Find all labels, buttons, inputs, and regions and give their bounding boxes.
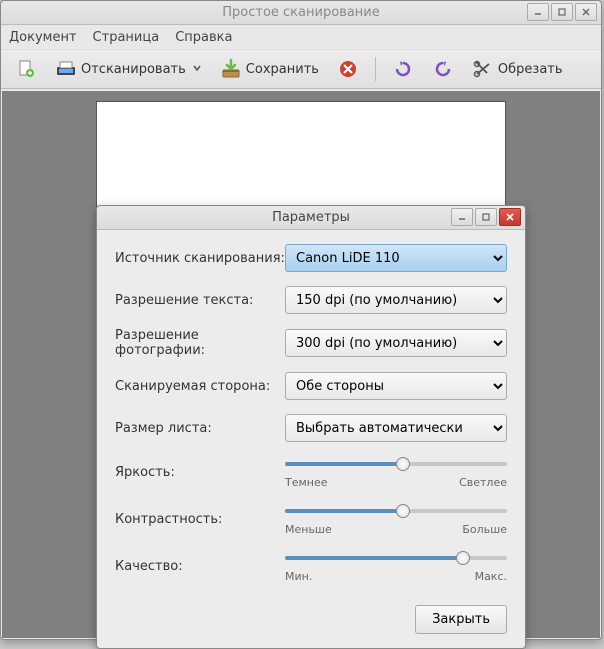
rotate-right-button[interactable] [426,55,460,83]
label-quality: Качество: [115,559,285,574]
stop-button[interactable] [331,55,365,83]
label-scan-side: Сканируемая сторона: [115,379,285,394]
label-scan-source: Источник сканирования: [115,251,285,266]
photo-resolution-select[interactable]: 300 dpi (по умолчанию) [285,329,507,357]
quality-max-label: Макс. [475,570,507,583]
contrast-slider-thumb[interactable] [396,504,410,518]
page-size-select[interactable]: Выбрать автоматически [285,414,507,442]
text-resolution-select[interactable]: 150 dpi (по умолчанию) [285,286,507,314]
maximize-button[interactable] [551,3,573,21]
label-text-resolution: Разрешение текста: [115,293,285,308]
save-button[interactable]: Сохранить [214,55,325,83]
dialog-maximize-button[interactable] [475,208,497,226]
rotate-left-icon [392,58,414,80]
stop-icon [337,58,359,80]
scan-side-select[interactable]: Обе стороны [285,372,507,400]
close-button[interactable] [575,3,597,21]
scanner-icon [55,58,77,80]
scan-source-select[interactable]: Canon LiDE 110 [285,244,507,272]
crop-button[interactable]: Обрезать [466,55,569,83]
quality-slider[interactable] [285,550,507,566]
label-brightness: Яркость: [115,465,285,480]
save-icon [220,58,242,80]
dialog-minimize-button[interactable] [451,208,473,226]
menu-help[interactable]: Справка [175,30,232,45]
chevron-down-icon[interactable] [192,62,202,77]
brightness-min-label: Темнее [285,476,328,489]
menubar: Документ Страница Справка [1,25,601,49]
new-document-button[interactable] [9,55,43,83]
menu-document[interactable]: Документ [9,30,77,45]
label-photo-resolution: Разрешение фотографии: [115,328,285,358]
contrast-max-label: Больше [462,523,507,536]
brightness-slider[interactable] [285,456,507,472]
save-button-label: Сохранить [246,62,319,77]
menu-page[interactable]: Страница [93,30,160,45]
toolbar-separator [375,57,376,81]
scan-button-label: Отсканировать [81,62,186,77]
quality-slider-thumb[interactable] [456,551,470,565]
contrast-slider[interactable] [285,503,507,519]
scan-button[interactable]: Отсканировать [49,55,208,83]
dialog-close-button[interactable] [499,208,521,226]
contrast-min-label: Меньше [285,523,332,536]
close-dialog-button[interactable]: Закрыть [415,605,507,634]
label-page-size: Размер листа: [115,421,285,436]
quality-min-label: Мин. [285,570,312,583]
toolbar: Отсканировать Сохранить [1,49,601,89]
new-document-icon [15,58,37,80]
brightness-slider-thumb[interactable] [396,457,410,471]
rotate-right-icon [432,58,454,80]
rotate-left-button[interactable] [386,55,420,83]
crop-button-label: Обрезать [498,62,563,77]
main-titlebar: Простое сканирование [1,1,601,25]
crop-icon [472,58,494,80]
dialog-titlebar: Параметры [97,206,525,230]
minimize-button[interactable] [527,3,549,21]
label-contrast: Контрастность: [115,512,285,527]
preferences-dialog: Параметры Источник сканирования: Canon L… [96,205,526,649]
main-window-title: Простое сканирование [1,5,601,20]
brightness-max-label: Светлее [459,476,507,489]
